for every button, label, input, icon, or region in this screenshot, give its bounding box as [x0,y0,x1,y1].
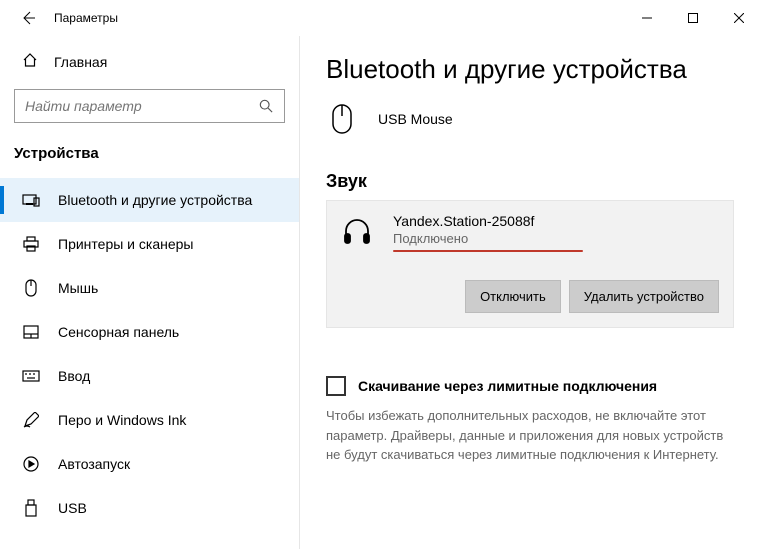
metered-help-text: Чтобы избежать дополнительных расходов, … [326,406,734,465]
device-name: USB Mouse [378,111,453,127]
home-label: Главная [54,54,107,70]
touchpad-icon [22,323,40,341]
category-heading: Устройства [0,141,299,178]
keyboard-icon [22,367,40,385]
home-link[interactable]: Главная [0,42,299,81]
audio-device-status: Подключено [393,231,583,246]
nav-label: Перо и Windows Ink [58,412,186,428]
audio-heading: Звук [326,171,740,192]
usb-icon [22,499,40,517]
nav-typing[interactable]: Ввод [0,354,299,398]
nav-bluetooth[interactable]: Bluetooth и другие устройства [0,178,299,222]
autoplay-icon [22,455,40,473]
mouse-icon [326,101,358,137]
nav-label: Принтеры и сканеры [58,236,193,252]
nav-touchpad[interactable]: Сенсорная панель [0,310,299,354]
minimize-button[interactable] [624,2,670,34]
main-content: Bluetooth и другие устройства USB Mouse … [300,36,768,549]
search-input[interactable] [15,98,248,114]
nav-autoplay[interactable]: Автозапуск [0,442,299,486]
mouse-icon [22,279,40,297]
nav-label: Bluetooth и другие устройства [58,192,252,208]
audio-device-card[interactable]: Yandex.Station-25088f Подключено Отключи… [326,200,734,328]
nav-mouse[interactable]: Мышь [0,266,299,310]
disconnect-button[interactable]: Отключить [465,280,561,313]
titlebar: Параметры [0,0,768,36]
page-title: Bluetooth и другие устройства [326,54,740,85]
metered-section: Скачивание через лимитные подключения Чт… [326,376,734,465]
nav-printers[interactable]: Принтеры и сканеры [0,222,299,266]
nav-usb[interactable]: USB [0,486,299,530]
printer-icon [22,235,40,253]
metered-label: Скачивание через лимитные подключения [358,378,657,394]
remove-device-button[interactable]: Удалить устройство [569,280,719,313]
nav-label: Автозапуск [58,456,130,472]
underline-annotation [393,250,583,252]
nav-label: USB [58,500,87,516]
pen-icon [22,411,40,429]
headphones-icon [341,213,373,249]
devices-icon [22,191,40,209]
nav-label: Мышь [58,280,98,296]
sidebar: Главная Устройства Bluetooth и другие ус… [0,36,300,549]
home-icon [22,52,38,71]
maximize-button[interactable] [670,2,716,34]
nav-pen[interactable]: Перо и Windows Ink [0,398,299,442]
device-usb-mouse[interactable]: USB Mouse [326,97,740,155]
window-title: Параметры [54,11,118,25]
metered-checkbox[interactable] [326,376,346,396]
nav-label: Ввод [58,368,90,384]
search-icon [248,99,284,113]
audio-device-name: Yandex.Station-25088f [393,213,583,229]
nav-label: Сенсорная панель [58,324,179,340]
search-box[interactable] [14,89,285,123]
back-button[interactable] [6,0,50,36]
close-button[interactable] [716,2,762,34]
window-controls [624,2,762,34]
